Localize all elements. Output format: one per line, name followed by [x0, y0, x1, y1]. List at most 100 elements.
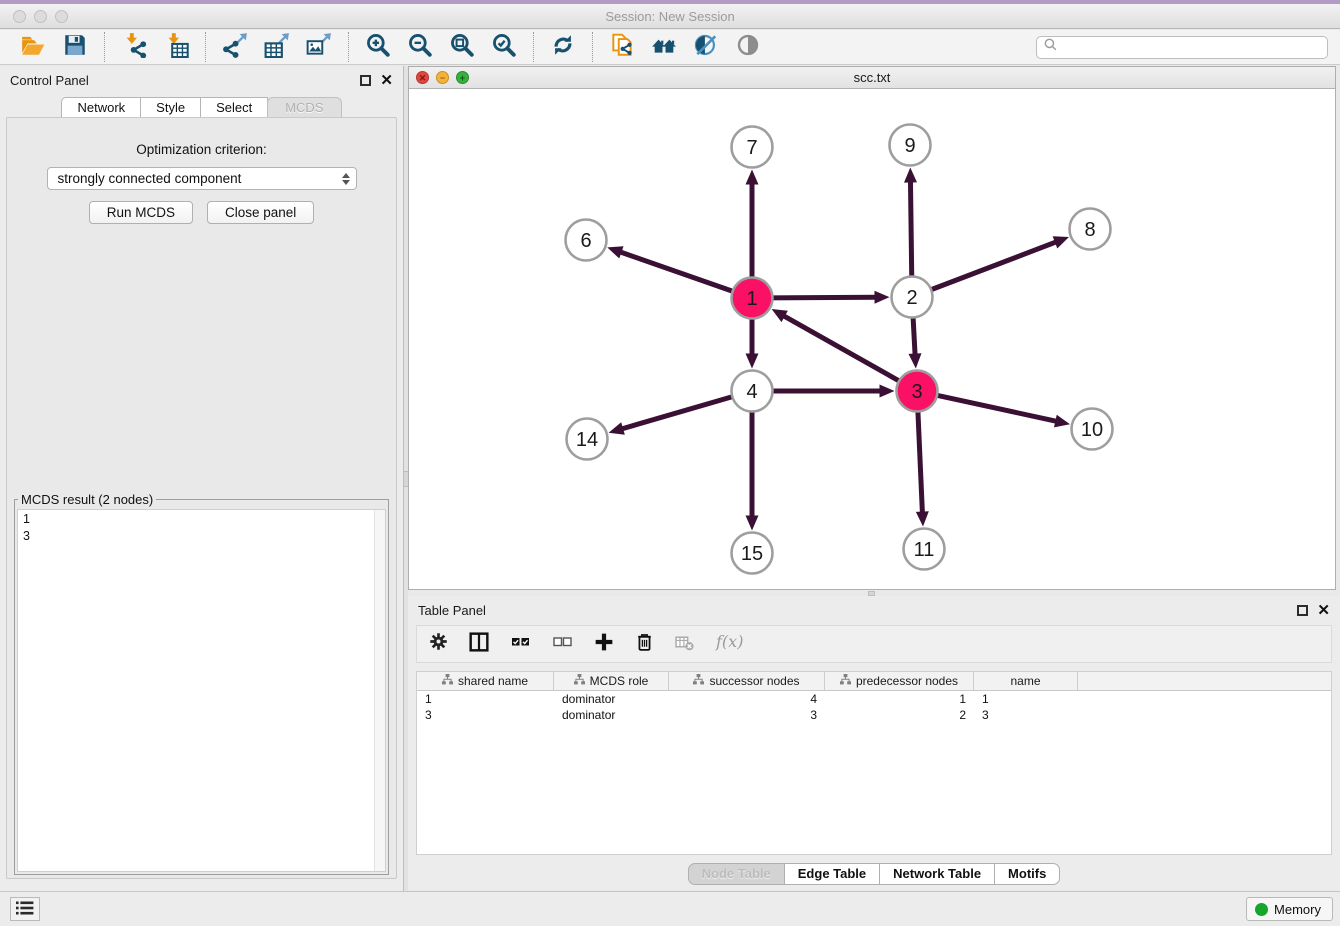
- minimize-window-button[interactable]: [34, 10, 47, 23]
- save-session-button[interactable]: [59, 32, 91, 63]
- zoom-out-button[interactable]: [404, 32, 436, 63]
- memory-button[interactable]: Memory: [1246, 897, 1333, 921]
- graph-edge-4-14[interactable]: [609, 396, 736, 435]
- column-header-name[interactable]: name: [974, 672, 1078, 690]
- graph-edge-1-6[interactable]: [607, 246, 735, 292]
- toolbar-separator: [592, 32, 593, 62]
- maximize-window-button[interactable]: [55, 10, 68, 23]
- task-history-button[interactable]: [10, 897, 40, 921]
- graph-node-11[interactable]: 11: [904, 529, 945, 570]
- float-table-panel-icon[interactable]: [1297, 605, 1308, 616]
- graph-node-10[interactable]: 10: [1072, 409, 1113, 450]
- graph-node-7[interactable]: 7: [732, 127, 773, 168]
- cell-predecessor-nodes[interactable]: 1: [825, 691, 974, 707]
- export-table-button[interactable]: [261, 32, 293, 63]
- graph-edge-1-2[interactable]: [769, 291, 889, 304]
- zoom-fit-button[interactable]: [446, 32, 478, 63]
- column-header-predecessor-nodes[interactable]: predecessor nodes: [825, 672, 974, 690]
- delete-row-icon: [635, 632, 654, 657]
- cell-successor-nodes[interactable]: 3: [669, 707, 825, 723]
- network-minimize-button[interactable]: −: [436, 71, 449, 84]
- graph-edge-4-3[interactable]: [770, 385, 895, 398]
- graph-edge-1-4[interactable]: [746, 316, 759, 369]
- application-window: Session: New Session Control Panel ✕ Net…: [0, 0, 1340, 926]
- network-close-button[interactable]: ✕: [416, 71, 429, 84]
- cell-name[interactable]: 1: [974, 691, 1078, 707]
- delete-row-button[interactable]: [635, 632, 654, 657]
- home-button[interactable]: [648, 32, 680, 63]
- table-row[interactable]: 1dominator411: [417, 691, 1331, 707]
- close-panel-icon[interactable]: ✕: [380, 75, 393, 86]
- graph-node-14[interactable]: 14: [567, 419, 608, 460]
- search-box[interactable]: [1036, 36, 1328, 59]
- zoom-selected-button[interactable]: [488, 32, 520, 63]
- tab-select[interactable]: Select: [200, 97, 268, 118]
- graph-edge-1-7[interactable]: [746, 170, 759, 281]
- cell-shared-name[interactable]: 1: [417, 691, 554, 707]
- hide-panels-button[interactable]: [690, 32, 722, 63]
- cell-name[interactable]: 3: [974, 707, 1078, 723]
- tab-motifs[interactable]: Motifs: [994, 863, 1060, 885]
- graph-edge-2-9[interactable]: [904, 167, 917, 279]
- column-header-successor-nodes[interactable]: successor nodes: [669, 672, 825, 690]
- tab-mcds[interactable]: MCDS: [267, 97, 341, 118]
- close-table-panel-icon[interactable]: ✕: [1317, 605, 1330, 616]
- columns-button[interactable]: [469, 632, 489, 657]
- cell-mcds-role[interactable]: dominator: [554, 707, 669, 723]
- result-scrollbar[interactable]: [374, 510, 385, 871]
- network-maximize-button[interactable]: +: [456, 71, 469, 84]
- tab-style[interactable]: Style: [140, 97, 201, 118]
- graph-node-8[interactable]: 8: [1070, 209, 1111, 250]
- graph-edge-4-15[interactable]: [746, 409, 759, 531]
- tab-node-table[interactable]: Node Table: [688, 863, 785, 885]
- cell-mcds-role[interactable]: dominator: [554, 691, 669, 707]
- run-mcds-button[interactable]: Run MCDS: [89, 201, 193, 224]
- import-table-button[interactable]: [160, 32, 192, 63]
- graph-node-3[interactable]: 3: [897, 371, 938, 412]
- graph-node-9[interactable]: 9: [890, 125, 931, 166]
- export-image-button[interactable]: [303, 32, 335, 63]
- graph-node-15[interactable]: 15: [732, 533, 773, 574]
- cell-predecessor-nodes[interactable]: 2: [825, 707, 974, 723]
- column-header-mcds-role[interactable]: MCDS role: [554, 672, 669, 690]
- duplicate-network-button[interactable]: [606, 32, 638, 63]
- tab-network[interactable]: Network: [61, 97, 141, 118]
- close-window-button[interactable]: [13, 10, 26, 23]
- export-network-button[interactable]: [219, 32, 251, 63]
- graph-node-2[interactable]: 2: [892, 277, 933, 318]
- cell-successor-nodes[interactable]: 4: [669, 691, 825, 707]
- add-row-button[interactable]: [594, 632, 614, 657]
- eye-button[interactable]: [732, 32, 764, 63]
- cell-shared-name[interactable]: 3: [417, 707, 554, 723]
- graph-node-6[interactable]: 6: [566, 220, 607, 261]
- float-panel-icon[interactable]: [360, 75, 371, 86]
- gear-button[interactable]: [429, 632, 448, 656]
- import-table-icon: [163, 32, 189, 63]
- search-input[interactable]: [1062, 40, 1320, 55]
- zoom-fit-icon: [449, 32, 475, 63]
- tab-edge-table[interactable]: Edge Table: [784, 863, 880, 885]
- graph-node-1[interactable]: 1: [732, 278, 773, 319]
- import-network-button[interactable]: [118, 32, 150, 63]
- network-canvas[interactable]: 7 9 6 8 1 2 4 3 14 10 15 11: [409, 89, 1335, 589]
- table-header-row: shared nameMCDS rolesuccessor nodesprede…: [417, 672, 1331, 691]
- graph-edge-3-11[interactable]: [916, 408, 929, 526]
- deselect-all-button[interactable]: [552, 633, 573, 656]
- graph-edge-3-1[interactable]: [772, 309, 902, 382]
- open-file-button[interactable]: [17, 32, 49, 63]
- tab-network-table[interactable]: Network Table: [879, 863, 995, 885]
- refresh-button[interactable]: [547, 32, 579, 63]
- tree-icon: [574, 674, 585, 688]
- graph-edge-2-8[interactable]: [928, 236, 1069, 290]
- zoom-in-button[interactable]: [362, 32, 394, 63]
- column-header-shared-name[interactable]: shared name: [417, 672, 554, 690]
- graph-node-4[interactable]: 4: [732, 371, 773, 412]
- close-panel-button[interactable]: Close panel: [207, 201, 314, 224]
- optimization-criterion-label: Optimization criterion:: [7, 142, 396, 157]
- select-all-button[interactable]: [510, 633, 531, 656]
- graph-edge-2-3[interactable]: [909, 314, 922, 368]
- criterion-select[interactable]: strongly connected component: [47, 167, 357, 190]
- table-row[interactable]: 3dominator323: [417, 707, 1331, 723]
- gear-icon: [429, 632, 448, 656]
- graph-edge-3-10[interactable]: [934, 395, 1070, 428]
